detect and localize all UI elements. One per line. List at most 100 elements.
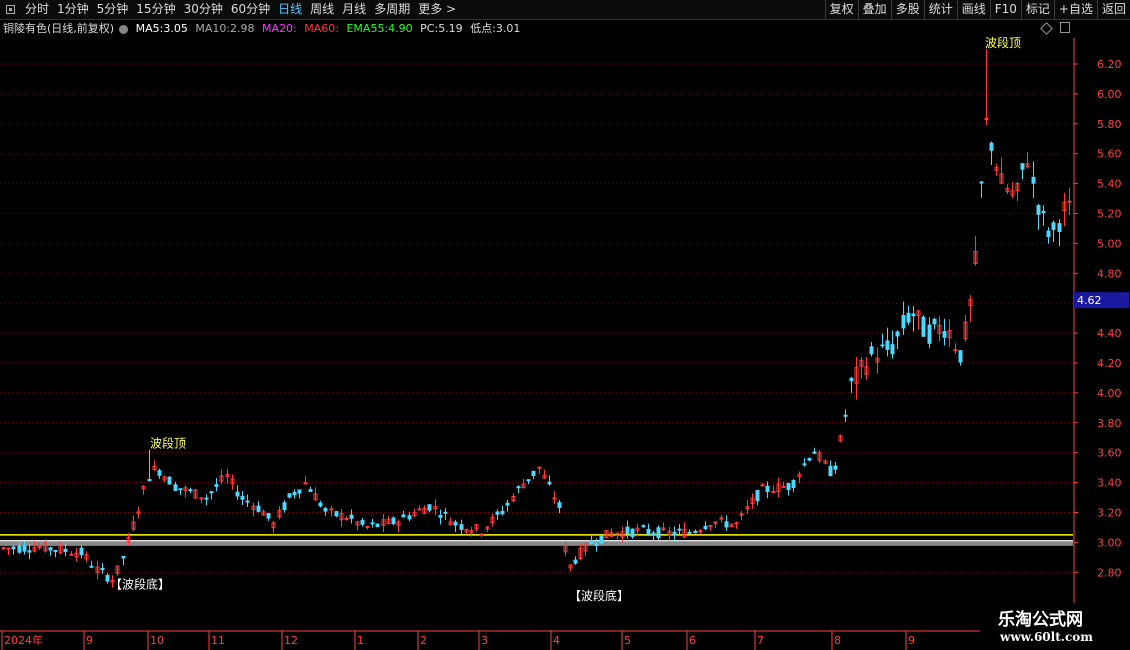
- candle-body-down: [869, 346, 874, 355]
- candle-body-down: [594, 543, 599, 546]
- indicator-bar: 铜陵有色(日线,前复权) MA5:3.05 MA10:2.98 MA20: MA…: [0, 20, 1130, 37]
- candle-body-down: [105, 575, 110, 582]
- price-tick-label: 5.40: [1097, 178, 1122, 191]
- toolbar-actions: 复权 叠加 多股 统计 画线 F10 标记 +自选 返回: [824, 0, 1130, 19]
- candle-body-up: [365, 526, 370, 529]
- date-tick-label: 12: [284, 634, 298, 647]
- price-tick-label: 4.20: [1097, 357, 1122, 370]
- candle-body-down: [1057, 223, 1062, 233]
- candle-body-down: [1020, 163, 1025, 170]
- candle-body-down: [11, 546, 16, 550]
- add-watchlist-button[interactable]: +自选: [1053, 0, 1097, 19]
- candle-body-down: [677, 528, 682, 531]
- candle-body-down: [121, 555, 126, 559]
- candle-body-down: [932, 318, 937, 325]
- back-button[interactable]: 返回: [1096, 0, 1130, 19]
- price-tick-label: 6.00: [1097, 88, 1122, 101]
- ma20-label: MA20:: [262, 22, 297, 35]
- ma10-value: 2.98: [230, 22, 255, 35]
- f10-button[interactable]: F10: [989, 0, 1021, 19]
- candle-body-down: [651, 532, 656, 535]
- pc-value: 5.19: [438, 22, 463, 35]
- candle-body-down: [703, 525, 708, 530]
- tab-period[interactable]: 1分钟: [53, 0, 93, 19]
- candle-body-down: [921, 316, 926, 337]
- date-tick-label: 5: [624, 634, 631, 647]
- candle-body-down: [646, 528, 651, 534]
- candle-body-down: [240, 496, 245, 500]
- date-tick-label: 11: [211, 634, 225, 647]
- tab-period[interactable]: 多周期: [370, 0, 414, 19]
- candle-body-down: [557, 502, 562, 508]
- candle-body-down: [443, 511, 448, 514]
- tab-period-daily[interactable]: 日线: [274, 0, 306, 19]
- draw-line-button[interactable]: 画线: [956, 0, 990, 19]
- candle-body-down: [48, 547, 53, 551]
- price-tick-label: 4.00: [1097, 387, 1122, 400]
- watermark-title: 乐淘公式网: [998, 610, 1083, 630]
- annotations: 波段顶【波段底】【波段底】波段顶: [110, 35, 1021, 603]
- candle-body-up: [708, 525, 713, 528]
- candle-body-down: [438, 515, 443, 518]
- candle-body-down: [625, 526, 630, 535]
- restore-rights-button[interactable]: 复权: [824, 0, 858, 19]
- candle-body-down: [89, 565, 94, 568]
- date-tick-label: 9: [908, 634, 915, 647]
- date-tick-label: 6: [689, 634, 696, 647]
- price-tick-label: 5.80: [1097, 118, 1122, 131]
- pane-toggle-icon[interactable]: [1060, 22, 1070, 33]
- mark-button[interactable]: 标记: [1020, 0, 1054, 19]
- tab-period[interactable]: 分时: [21, 0, 53, 19]
- candle-body-down: [209, 491, 214, 494]
- candle-body-down: [979, 181, 984, 184]
- stock-title: 铜陵有色(日线,前复权): [3, 22, 115, 35]
- price-tick-label: 3.60: [1097, 447, 1122, 460]
- date-tick-label: 10: [150, 634, 164, 647]
- tab-period[interactable]: 60分钟: [227, 0, 274, 19]
- candle-body-down: [245, 500, 250, 503]
- toolbar: 分时 1分钟 5分钟 15分钟 30分钟 60分钟 日线 周线 月线 多周期 更…: [0, 0, 1130, 20]
- candle-body-down: [812, 451, 817, 454]
- kline-chart[interactable]: 波段顶【波段底】【波段底】波段顶 6.206.005.805.605.405.2…: [0, 0, 1130, 650]
- settings-icon[interactable]: [119, 24, 129, 34]
- pc-label: PC:: [420, 22, 439, 35]
- annotation-label: 【波段底】: [110, 576, 170, 591]
- candle-body-down: [63, 548, 68, 553]
- candle-body-down: [297, 489, 302, 494]
- window-icon[interactable]: [6, 5, 15, 14]
- candle-body-down: [791, 480, 796, 489]
- candle-body-down: [599, 535, 604, 544]
- tab-more[interactable]: 更多 >: [414, 0, 460, 19]
- date-tick-label: 2024年: [4, 633, 43, 647]
- candle-body-down: [958, 350, 963, 363]
- candle-body-down: [911, 313, 916, 317]
- tab-period[interactable]: 30分钟: [180, 0, 227, 19]
- date-tick-label: 8: [834, 634, 841, 647]
- overlay-button[interactable]: 叠加: [857, 0, 891, 19]
- ma5-value: 3.05: [163, 22, 188, 35]
- candle-body-up: [69, 553, 74, 556]
- candle-body-down: [1031, 176, 1036, 184]
- multi-stock-button[interactable]: 多股: [890, 0, 924, 19]
- candle-body-down: [266, 512, 271, 519]
- candle-body-down: [656, 527, 661, 539]
- candle-body-down: [833, 465, 838, 470]
- candle-body-down: [349, 514, 354, 519]
- candle-body-down: [885, 340, 890, 350]
- tab-period[interactable]: 月线: [338, 0, 370, 19]
- low-value: 3.01: [495, 22, 521, 35]
- candle-body-down: [407, 515, 412, 520]
- price-tick-label: 6.20: [1097, 58, 1122, 71]
- candle-body-down: [308, 489, 313, 492]
- candle-body-down: [235, 491, 240, 497]
- candle-body-down: [188, 489, 193, 492]
- price-tick-label: 3.20: [1097, 507, 1122, 520]
- ma10-label: MA10:: [195, 22, 231, 35]
- ma60-label: MA60:: [304, 22, 339, 35]
- tab-period[interactable]: 15分钟: [132, 0, 179, 19]
- candle-body-up: [6, 547, 11, 550]
- tab-period[interactable]: 5分钟: [93, 0, 133, 19]
- statistics-button[interactable]: 统计: [923, 0, 957, 19]
- tab-period[interactable]: 周线: [306, 0, 338, 19]
- candle-body-down: [786, 483, 791, 491]
